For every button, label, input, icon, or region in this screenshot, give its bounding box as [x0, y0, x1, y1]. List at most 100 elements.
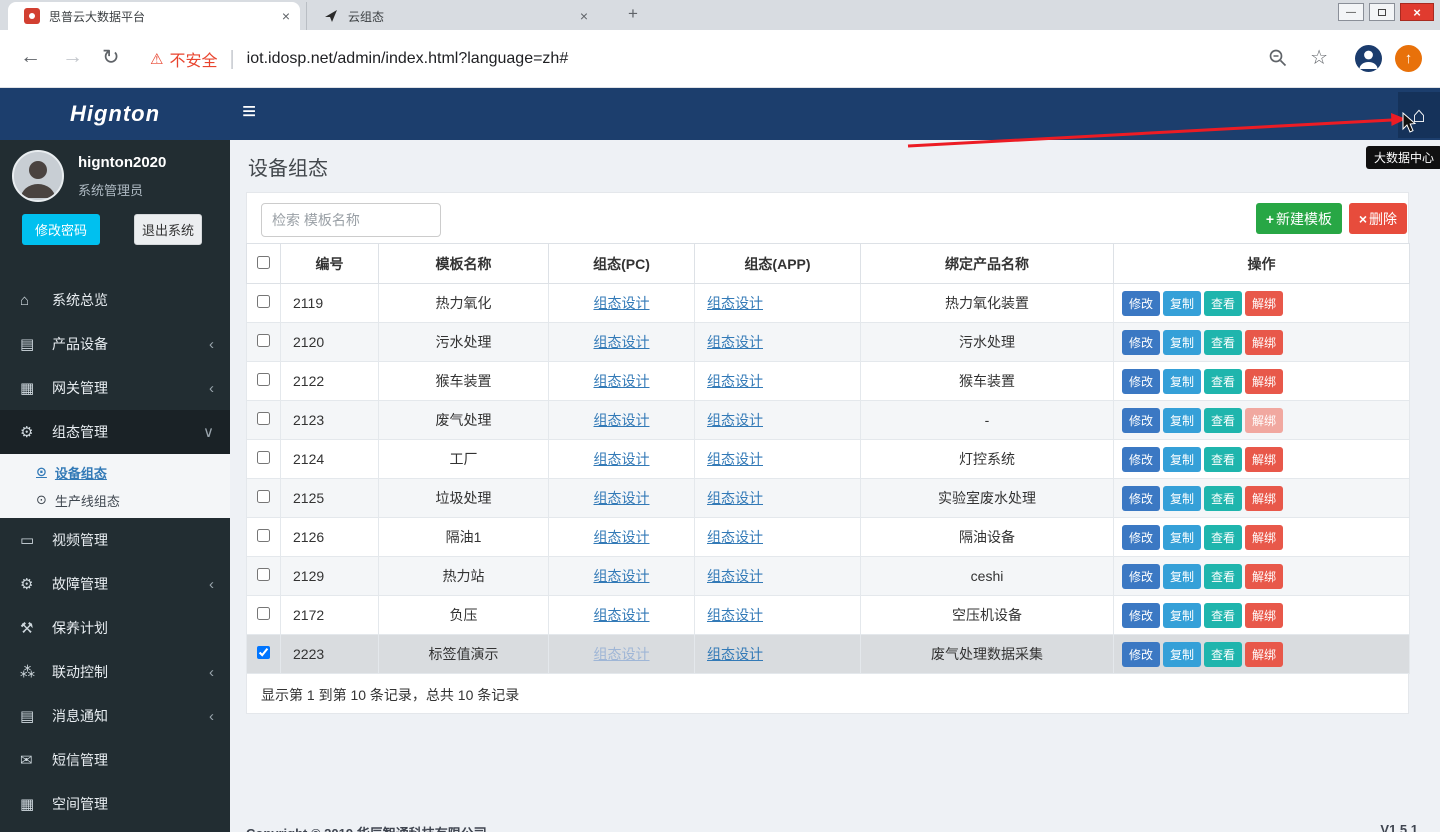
edit-button[interactable]: 修改 — [1122, 486, 1160, 511]
window-minimize-button[interactable]: — — [1338, 3, 1364, 21]
window-restore-button[interactable] — [1369, 3, 1395, 21]
unbind-button[interactable]: 解绑 — [1245, 642, 1283, 667]
bookmark-star-icon[interactable]: ☆ — [1310, 45, 1328, 70]
row-checkbox[interactable] — [257, 568, 270, 581]
sidebar-item-fault[interactable]: ⚙故障管理‹ — [0, 562, 230, 606]
browser-update-icon[interactable]: ↑ — [1395, 45, 1422, 72]
unbind-button[interactable]: 解绑 — [1245, 525, 1283, 550]
pc-config-link[interactable]: 组态设计 — [594, 373, 650, 389]
row-checkbox[interactable] — [257, 412, 270, 425]
row-checkbox[interactable] — [257, 529, 270, 542]
pc-config-link[interactable]: 组态设计 — [594, 568, 650, 584]
sidebar-item-message[interactable]: ▤消息通知‹ — [0, 694, 230, 738]
sidebar-subitem-line-config[interactable]: ⊙生产线组态 — [0, 486, 230, 514]
logout-button[interactable]: 退出系统 — [134, 214, 202, 245]
edit-button[interactable]: 修改 — [1122, 525, 1160, 550]
sidebar-item-sms[interactable]: ✉短信管理 — [0, 738, 230, 782]
app-config-link[interactable]: 组态设计 — [707, 529, 763, 545]
view-button[interactable]: 查看 — [1204, 525, 1242, 550]
unbind-button[interactable]: 解绑 — [1245, 486, 1283, 511]
copy-button[interactable]: 复制 — [1163, 408, 1201, 433]
row-checkbox[interactable] — [257, 451, 270, 464]
copy-button[interactable]: 复制 — [1163, 642, 1201, 667]
sidebar-item-space[interactable]: ▦空间管理 — [0, 782, 230, 826]
view-button[interactable]: 查看 — [1204, 564, 1242, 589]
edit-button[interactable]: 修改 — [1122, 603, 1160, 628]
sidebar-item-video[interactable]: ▭视频管理 — [0, 518, 230, 562]
sidebar-subitem-device-config[interactable]: ⊙设备组态 — [0, 458, 230, 486]
address-bar[interactable]: ⚠ 不安全 | iot.idosp.net/admin/index.html?l… — [150, 47, 568, 71]
view-button[interactable]: 查看 — [1204, 642, 1242, 667]
hamburger-menu-icon[interactable]: ≡ — [242, 98, 256, 126]
select-all-checkbox[interactable] — [257, 256, 270, 269]
pc-config-link[interactable]: 组态设计 — [594, 607, 650, 623]
unbind-button[interactable]: 解绑 — [1245, 564, 1283, 589]
sidebar-item-product-devices[interactable]: ▤产品设备‹ — [0, 322, 230, 366]
reload-icon[interactable]: ↻ — [102, 45, 120, 70]
pc-config-link[interactable]: 组态设计 — [594, 529, 650, 545]
home-button[interactable]: ⌂ — [1398, 92, 1440, 138]
copy-button[interactable]: 复制 — [1163, 603, 1201, 628]
app-config-link[interactable]: 组态设计 — [707, 295, 763, 311]
pc-config-link[interactable]: 组态设计 — [594, 646, 650, 662]
edit-button[interactable]: 修改 — [1122, 369, 1160, 394]
view-button[interactable]: 查看 — [1204, 330, 1242, 355]
copy-button[interactable]: 复制 — [1163, 291, 1201, 316]
logo[interactable]: Hignton — [0, 88, 230, 140]
new-tab-button[interactable]: + — [628, 4, 638, 24]
copy-button[interactable]: 复制 — [1163, 369, 1201, 394]
app-config-link[interactable]: 组态设计 — [707, 412, 763, 428]
edit-button[interactable]: 修改 — [1122, 408, 1160, 433]
unbind-button[interactable]: 解绑 — [1245, 330, 1283, 355]
pc-config-link[interactable]: 组态设计 — [594, 412, 650, 428]
browser-tab-cloud-config[interactable]: 云组态 × — [306, 2, 598, 30]
edit-button[interactable]: 修改 — [1122, 642, 1160, 667]
app-config-link[interactable]: 组态设计 — [707, 334, 763, 350]
app-config-link[interactable]: 组态设计 — [707, 646, 763, 662]
copy-button[interactable]: 复制 — [1163, 486, 1201, 511]
browser-profile-avatar[interactable] — [1355, 45, 1382, 72]
edit-button[interactable]: 修改 — [1122, 447, 1160, 472]
row-checkbox[interactable] — [257, 607, 270, 620]
view-button[interactable]: 查看 — [1204, 369, 1242, 394]
app-config-link[interactable]: 组态设计 — [707, 373, 763, 389]
view-button[interactable]: 查看 — [1204, 447, 1242, 472]
copy-button[interactable]: 复制 — [1163, 564, 1201, 589]
change-password-button[interactable]: 修改密码 — [22, 214, 100, 245]
delete-button[interactable]: ×删除 — [1349, 203, 1407, 234]
browser-tab-platform[interactable]: 思普云大数据平台 × — [8, 2, 300, 30]
edit-button[interactable]: 修改 — [1122, 330, 1160, 355]
view-button[interactable]: 查看 — [1204, 408, 1242, 433]
app-config-link[interactable]: 组态设计 — [707, 607, 763, 623]
forward-icon[interactable]: → — [62, 45, 83, 69]
view-button[interactable]: 查看 — [1204, 603, 1242, 628]
copy-button[interactable]: 复制 — [1163, 330, 1201, 355]
edit-button[interactable]: 修改 — [1122, 291, 1160, 316]
new-template-button[interactable]: +新建模板 — [1256, 203, 1342, 234]
sidebar-item-config[interactable]: ⚙组态管理∨ — [0, 410, 230, 454]
back-icon[interactable]: ← — [20, 45, 41, 69]
zoom-icon[interactable] — [1268, 48, 1288, 73]
pc-config-link[interactable]: 组态设计 — [594, 490, 650, 506]
tab-close-icon[interactable]: × — [282, 8, 290, 24]
pc-config-link[interactable]: 组态设计 — [594, 295, 650, 311]
copy-button[interactable]: 复制 — [1163, 447, 1201, 472]
window-close-button[interactable]: × — [1400, 3, 1434, 21]
app-config-link[interactable]: 组态设计 — [707, 568, 763, 584]
unbind-button[interactable]: 解绑 — [1245, 603, 1283, 628]
view-button[interactable]: 查看 — [1204, 486, 1242, 511]
sidebar-item-overview[interactable]: ⌂系统总览 — [0, 278, 230, 322]
row-checkbox[interactable] — [257, 334, 270, 347]
copy-button[interactable]: 复制 — [1163, 525, 1201, 550]
row-checkbox[interactable] — [257, 646, 270, 659]
tab-close-icon[interactable]: × — [580, 8, 588, 24]
app-config-link[interactable]: 组态设计 — [707, 451, 763, 467]
sidebar-item-maintenance[interactable]: ⚒保养计划 — [0, 606, 230, 650]
row-checkbox[interactable] — [257, 295, 270, 308]
search-input[interactable] — [261, 203, 441, 237]
row-checkbox[interactable] — [257, 373, 270, 386]
unbind-button[interactable]: 解绑 — [1245, 408, 1283, 433]
sidebar-item-gateway[interactable]: ▦网关管理‹ — [0, 366, 230, 410]
unbind-button[interactable]: 解绑 — [1245, 291, 1283, 316]
pc-config-link[interactable]: 组态设计 — [594, 451, 650, 467]
